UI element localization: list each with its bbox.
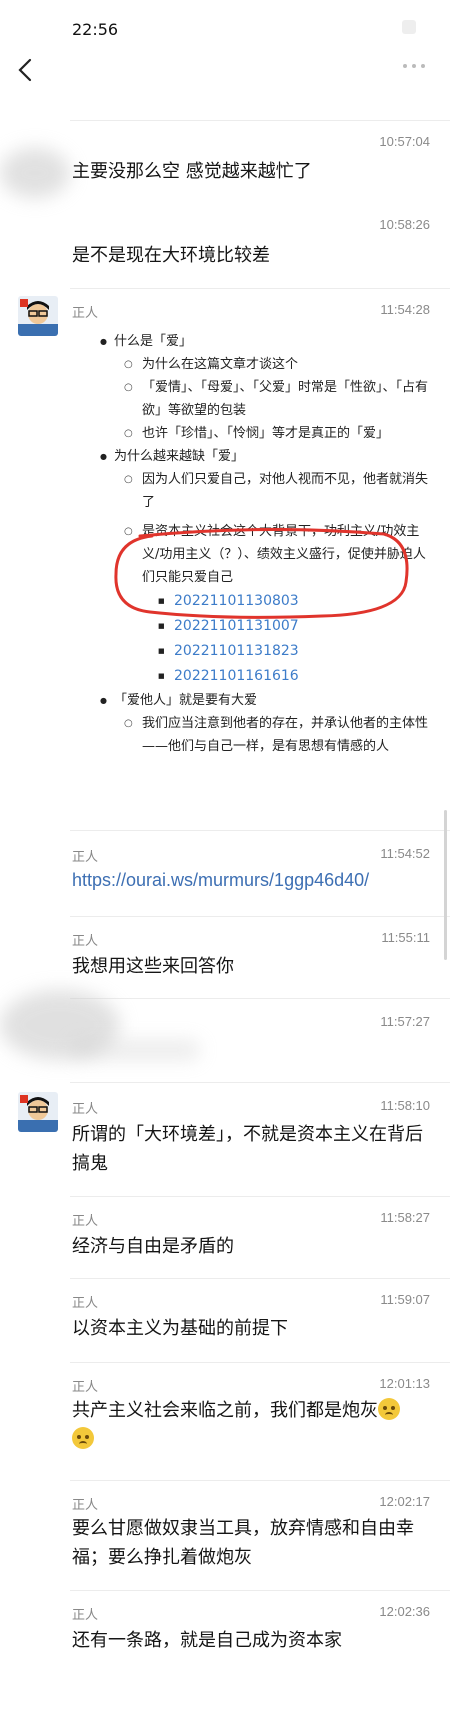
outline-subitem: 因为人们只爱自己，对他人视而不见，他者就消失了	[114, 468, 430, 514]
message-time: 11:54:28	[380, 302, 430, 317]
avatar-portrait-icon	[18, 1092, 58, 1132]
message-text[interactable]: 主要没那么空 感觉越来越忙了	[72, 157, 424, 186]
message-divider	[70, 916, 450, 917]
message-link[interactable]: https://ourai.ws/murmurs/1ggp46d40/	[72, 870, 369, 891]
message-divider	[70, 1590, 450, 1591]
message-divider	[70, 1196, 450, 1197]
red-circle-annotation	[114, 528, 409, 619]
sender-name: 正人	[72, 1380, 99, 1395]
more-options-icon[interactable]	[400, 60, 428, 72]
message-text[interactable]: 要么甘愿做奴隶当工具，放弃情感和自由幸福；要么挣扎着做炮灰	[72, 1514, 424, 1572]
message-time: 10:58:26	[379, 217, 430, 232]
outline-link[interactable]: 20221101131823	[158, 639, 430, 664]
message-divider	[70, 288, 450, 289]
message-divider	[70, 1480, 450, 1481]
message-time: 12:02:36	[379, 1604, 430, 1619]
status-indicator	[402, 20, 416, 34]
message-divider	[70, 830, 450, 831]
message-time: 11:54:52	[380, 846, 430, 861]
message-text[interactable]: 以资本主义为基础的前提下	[72, 1314, 424, 1343]
outline-subitem: 「爱情」、「母爱」、「父爱」时常是「性欲」、「占有欲」等欲望的包装	[114, 376, 430, 422]
blurred-message	[70, 1040, 200, 1060]
sender-name: 正人	[72, 850, 99, 865]
message-divider	[70, 1278, 450, 1279]
message-text[interactable]: 我想用这些来回答你	[72, 952, 424, 981]
crying-face-icon	[72, 1427, 94, 1449]
back-arrow-icon[interactable]	[12, 54, 40, 86]
message-time: 11:55:11	[381, 930, 430, 945]
crying-face-icon	[378, 1398, 400, 1420]
sender-name: 正人	[72, 1214, 99, 1229]
avatar-portrait-icon	[18, 296, 58, 336]
sender-name: 正人	[72, 1296, 99, 1311]
sender-name: 正人	[72, 934, 99, 949]
message-text[interactable]: 是不是现在大环境比较差	[72, 241, 424, 270]
outline-item: 什么是「爱」	[100, 330, 430, 353]
scrollbar[interactable]	[444, 810, 447, 960]
outline-link[interactable]: 20221101161616	[158, 664, 430, 689]
message-text[interactable]: 经济与自由是矛盾的	[72, 1232, 424, 1261]
message-text[interactable]: 共产主义社会来临之前，我们都是炮灰	[72, 1396, 450, 1454]
message-divider	[70, 1362, 450, 1363]
message-time: 11:59:07	[380, 1292, 430, 1307]
message-divider	[70, 1082, 450, 1083]
sender-name: 正人	[72, 1608, 99, 1623]
sender-name: 正人	[72, 1498, 99, 1513]
message-divider	[70, 998, 450, 999]
outline-subitem: 为什么在这篇文章才谈这个	[114, 353, 430, 376]
message-divider	[70, 120, 450, 121]
message-time: 11:58:10	[380, 1098, 430, 1113]
message-text[interactable]: 所谓的「大环境差」，不就是资本主义在背后搞鬼	[72, 1120, 424, 1178]
outline-subitem: 我们应当注意到他者的存在，并承认他者的主体性——他们与自己一样，是有思想有情感的…	[114, 712, 430, 758]
message-text-content: 共产主义社会来临之前，我们都是炮灰	[72, 1400, 378, 1421]
outline-item: 为什么越来越缺「爱」	[100, 445, 430, 468]
blurred-avatar	[0, 148, 70, 198]
message-time: 12:02:17	[379, 1494, 430, 1509]
outline-item: 「爱他人」就是要有大爱	[100, 689, 430, 712]
message-time: 10:57:04	[379, 134, 430, 149]
status-bar-time: 22:56	[72, 20, 119, 39]
message-time: 11:57:27	[380, 1014, 430, 1029]
avatar[interactable]	[18, 1092, 58, 1132]
sender-name: 正人	[72, 1102, 99, 1117]
outline-subitem: 也许「珍惜」、「怜悯」等才是真正的「爱」	[114, 422, 430, 445]
message-text[interactable]: 还有一条路，就是自己成为资本家	[72, 1626, 424, 1655]
avatar[interactable]	[18, 296, 58, 336]
message-time: 12:01:13	[379, 1376, 430, 1391]
sender-name: 正人	[72, 306, 99, 321]
message-time: 11:58:27	[380, 1210, 430, 1225]
